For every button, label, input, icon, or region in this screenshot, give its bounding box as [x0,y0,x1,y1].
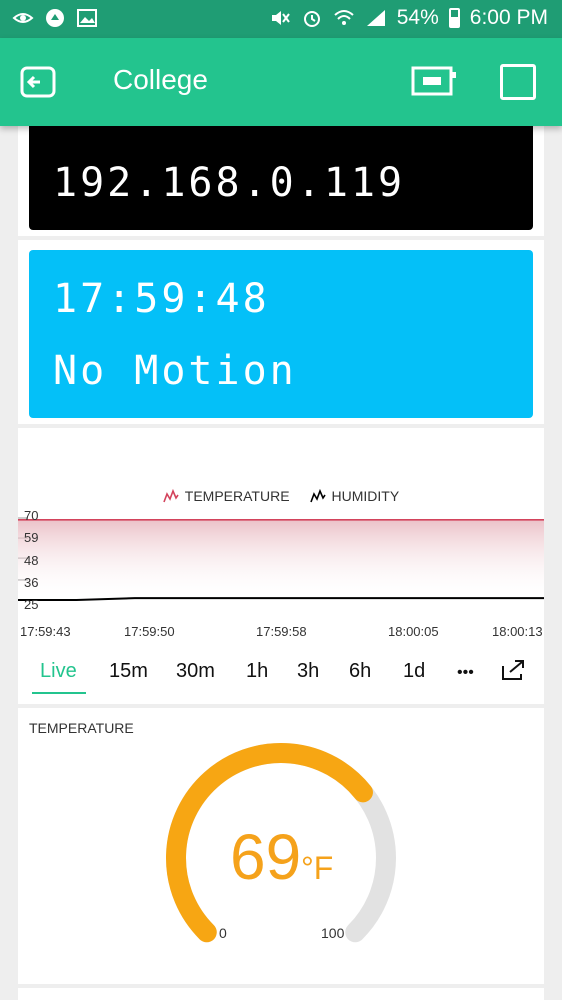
x-tick-label: 18:00:13 [492,624,543,639]
selected-period-indicator [32,692,86,694]
y-tick-label: 25 [24,597,39,612]
battery-percent: 54% [396,6,439,29]
lcd-line-2: 192.168.0.119 [53,160,406,206]
gauge-min-label: 0 [219,925,227,941]
period-15m-button[interactable]: 15m [109,660,148,683]
line-chart[interactable] [18,428,544,628]
gauge-widget: TEMPERATURE 69 °F 0 100 [18,708,544,984]
x-tick-label: 17:59:58 [256,624,307,639]
lcd-display-blue: 17:59:48 No Motion [29,250,533,418]
stop-button[interactable] [500,64,536,100]
temperature-area [18,519,544,600]
period-1d-button[interactable]: 1d [403,660,425,683]
x-tick-label: 18:00:05 [388,624,439,639]
y-tick-label: 48 [24,553,39,568]
y-tick-label: 70 [24,508,39,523]
period-30m-button[interactable]: 30m [176,660,215,683]
app-bar: College [0,38,562,126]
lcd-widget-ip: IP Address 192.168.0.119 [18,116,544,236]
back-icon[interactable] [18,62,58,102]
status-bar: 54% 6:00 PM [0,0,562,38]
y-tick-label: 59 [24,530,39,545]
next-widget-partial [18,988,544,1000]
superchart-widget: TEMPERATURE HUMIDITY 70 59 48 36 25 17:5… [18,428,544,704]
project-title: College [113,64,208,95]
period-selector: Live 15m 30m 1h 3h 6h 1d ••• [18,660,544,700]
more-options-button[interactable]: ••• [457,664,474,682]
clock: 6:00 PM [469,6,548,29]
wifi-icon [334,10,354,25]
period-live-button[interactable]: Live [40,660,77,683]
gauge-unit: °F [301,850,334,886]
gauge-value: 69 [230,821,302,893]
signal-icon [366,10,385,26]
device-board-icon[interactable] [411,64,457,98]
eye-icon [12,13,34,23]
y-tick-label: 36 [24,575,39,590]
image-notification-icon [77,9,97,27]
x-tick-label: 17:59:50 [124,624,175,639]
mute-icon [271,11,290,25]
gauge-max-label: 100 [321,925,345,941]
lcd-motion-status: No Motion [53,348,297,394]
alarm-icon [303,11,320,27]
app-notification-icon [46,9,64,27]
lcd-display-black: IP Address 192.168.0.119 [29,116,533,230]
period-3h-button[interactable]: 3h [297,660,319,683]
period-1h-button[interactable]: 1h [246,660,268,683]
lcd-widget-motion: 17:59:48 No Motion [18,240,544,424]
open-fullscreen-icon[interactable] [500,658,526,682]
battery-icon [448,8,460,28]
period-6h-button[interactable]: 6h [349,660,371,683]
lcd-time: 17:59:48 [53,276,270,322]
x-tick-label: 17:59:43 [20,624,71,639]
